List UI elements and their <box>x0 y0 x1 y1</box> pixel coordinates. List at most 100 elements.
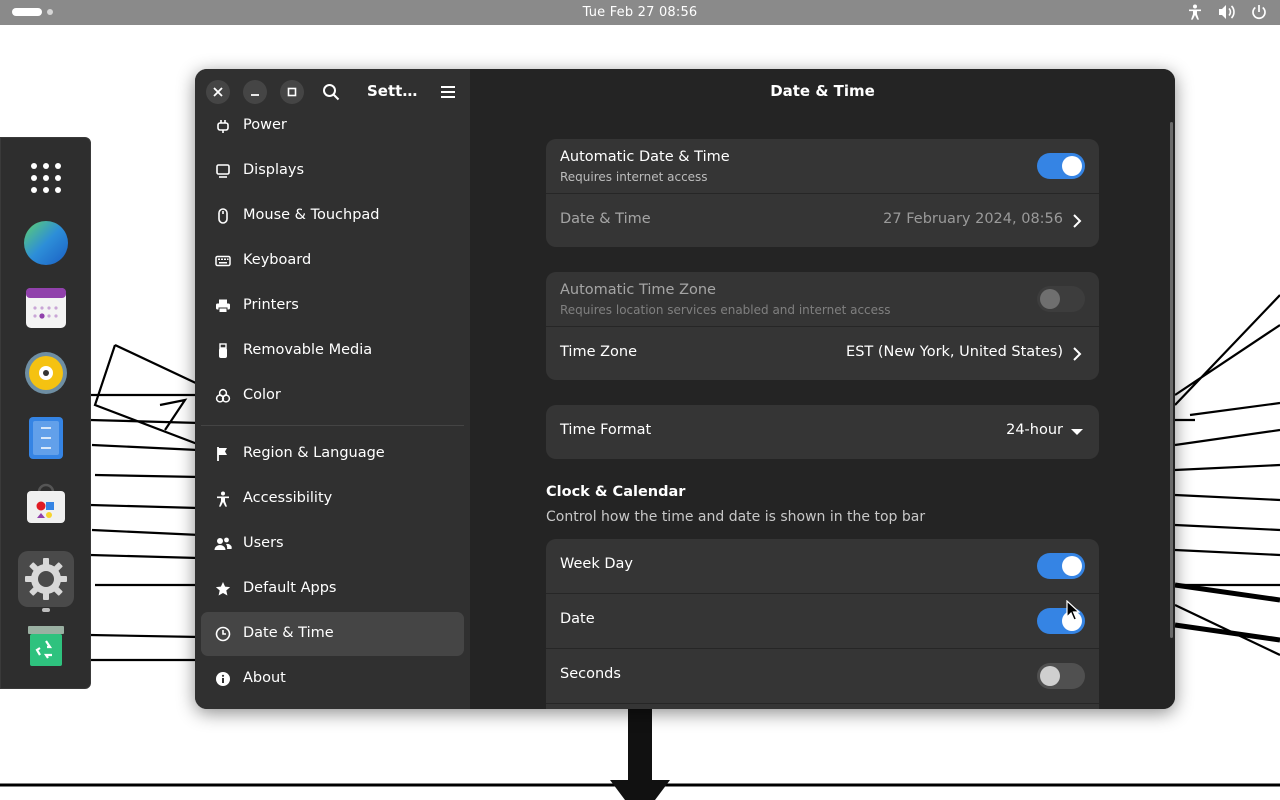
time-format-row[interactable]: Time Format 24-hour <box>546 405 1099 459</box>
users-icon <box>213 534 233 554</box>
sidebar-item-label: Default Apps <box>243 580 337 596</box>
sidebar-item-label: Date & Time <box>243 625 334 641</box>
close-button[interactable] <box>206 80 230 104</box>
seconds-switch[interactable] <box>1037 663 1085 689</box>
accessibility-icon[interactable] <box>1186 3 1204 21</box>
search-icon[interactable] <box>322 83 340 101</box>
section-description: Control how the time and date is shown i… <box>546 509 926 525</box>
row-subtitle: Requires internet access <box>560 170 708 184</box>
top-bar-clock[interactable]: Tue Feb 27 08:56 <box>583 5 698 20</box>
section-title: Clock & Calendar <box>546 484 686 500</box>
chevron-right-icon <box>1073 347 1082 361</box>
minimize-button[interactable] <box>243 80 267 104</box>
dock <box>0 137 91 689</box>
automatic-time-zone-row[interactable]: Automatic Time Zone Requires location se… <box>546 272 1099 326</box>
timezone-group: Automatic Time Zone Requires location se… <box>546 272 1099 380</box>
row-subtitle: Requires location services enabled and i… <box>560 303 891 317</box>
sidebar-item-removable-media[interactable]: Removable Media <box>201 329 464 373</box>
sidebar-item-region-language[interactable]: Region & Language <box>201 432 464 476</box>
row-separator <box>546 703 1099 704</box>
system-tray[interactable] <box>1186 3 1268 21</box>
printer-icon <box>213 296 233 316</box>
music-player-icon[interactable] <box>18 345 74 401</box>
mouse-icon <box>213 206 233 226</box>
sidebar-item-label: Keyboard <box>243 252 312 268</box>
mouse-cursor-icon <box>1066 600 1080 621</box>
sidebar-item-displays[interactable]: Displays <box>201 149 464 193</box>
accessibility-icon <box>213 489 233 509</box>
scrollbar[interactable] <box>1170 122 1173 638</box>
chevron-right-icon <box>1073 214 1082 228</box>
sidebar-item-label: About <box>243 670 286 686</box>
trash-icon[interactable] <box>18 618 74 674</box>
row-title: Week Day <box>560 556 633 572</box>
sidebar-item-label: Printers <box>243 297 299 313</box>
workspace-indicator <box>47 9 53 15</box>
running-app-indicator <box>42 608 50 612</box>
sidebar-item-label: Removable Media <box>243 342 373 358</box>
sidebar-item-power[interactable]: Power <box>201 104 464 148</box>
chevron-down-icon[interactable] <box>1071 428 1083 436</box>
info-icon <box>213 669 233 689</box>
clock-calendar-group: Week Day Date Seconds <box>546 539 1099 709</box>
sidebar-item-label: Displays <box>243 162 305 178</box>
automatic-date-time-switch[interactable] <box>1037 153 1085 179</box>
row-title: Time Zone <box>560 344 638 360</box>
date-row[interactable]: Date <box>546 594 1099 648</box>
menu-icon[interactable] <box>440 84 456 98</box>
sidebar-item-accessibility[interactable]: Accessibility <box>201 477 464 521</box>
row-title: Seconds <box>560 666 621 682</box>
sidebar-item-about[interactable]: About <box>201 657 464 701</box>
clock-icon <box>213 624 233 644</box>
software-store-icon[interactable] <box>18 475 74 531</box>
activities-button[interactable] <box>12 8 53 16</box>
sidebar-item-mouse-touchpad[interactable]: Mouse & Touchpad <box>201 194 464 238</box>
sidebar-item-printers[interactable]: Printers <box>201 284 464 328</box>
sidebar-item-color[interactable]: Color <box>201 374 464 418</box>
sidebar-item-users[interactable]: Users <box>201 522 464 566</box>
maximize-button[interactable] <box>280 80 304 104</box>
sidebar-item-keyboard[interactable]: Keyboard <box>201 239 464 283</box>
power-icon[interactable] <box>1250 3 1268 21</box>
flag-icon <box>213 444 233 464</box>
row-title: Date & Time <box>560 211 651 227</box>
week-day-switch[interactable] <box>1037 553 1085 579</box>
time-format-group: Time Format 24-hour <box>546 405 1099 459</box>
calendar-icon[interactable] <box>18 280 74 336</box>
sidebar-item-label: Power <box>243 117 287 133</box>
automatic-date-time-row[interactable]: Automatic Date & Time Requires internet … <box>546 139 1099 193</box>
text-editor-icon[interactable] <box>18 410 74 466</box>
power-plug-icon <box>213 116 233 136</box>
color-icon <box>213 386 233 406</box>
row-title: Automatic Date & Time <box>560 149 730 165</box>
sidebar-item-label: Color <box>243 387 281 403</box>
seconds-row[interactable]: Seconds <box>546 649 1099 703</box>
volume-icon[interactable] <box>1218 3 1236 21</box>
row-title: Automatic Time Zone <box>560 282 716 298</box>
sidebar-title: Sett… <box>367 82 418 100</box>
week-day-row[interactable]: Week Day <box>546 539 1099 593</box>
sidebar-item-label: Region & Language <box>243 445 385 461</box>
time-zone-row[interactable]: Time Zone EST (New York, United States) <box>546 327 1099 380</box>
automatic-time-zone-switch[interactable] <box>1037 286 1085 312</box>
time-format-value[interactable]: 24-hour <box>1006 422 1063 438</box>
sidebar-item-default-apps[interactable]: Default Apps <box>201 567 464 611</box>
date-time-row[interactable]: Date & Time 27 February 2024, 08:56 <box>546 194 1099 247</box>
display-icon <box>213 161 233 181</box>
settings-window: Sett… Power Displays Mouse & Touchpad Ke… <box>195 69 1175 709</box>
auto-datetime-group: Automatic Date & Time Requires internet … <box>546 139 1099 247</box>
page-title: Date & Time <box>770 82 875 100</box>
time-zone-value: EST (New York, United States) <box>846 344 1063 360</box>
sidebar-item-label: Mouse & Touchpad <box>243 207 380 223</box>
settings-icon[interactable] <box>18 551 74 607</box>
star-icon <box>213 579 233 599</box>
app-grid-icon[interactable] <box>18 150 74 206</box>
row-title: Date <box>560 611 595 627</box>
sidebar: Sett… Power Displays Mouse & Touchpad Ke… <box>195 69 470 709</box>
date-time-value: 27 February 2024, 08:56 <box>883 211 1063 227</box>
browser-icon[interactable] <box>18 215 74 271</box>
sidebar-separator <box>201 425 464 426</box>
sidebar-item-date-time[interactable]: Date & Time <box>201 612 464 656</box>
top-bar: Tue Feb 27 08:56 <box>0 0 1280 25</box>
workspace-indicator-active <box>12 8 42 16</box>
